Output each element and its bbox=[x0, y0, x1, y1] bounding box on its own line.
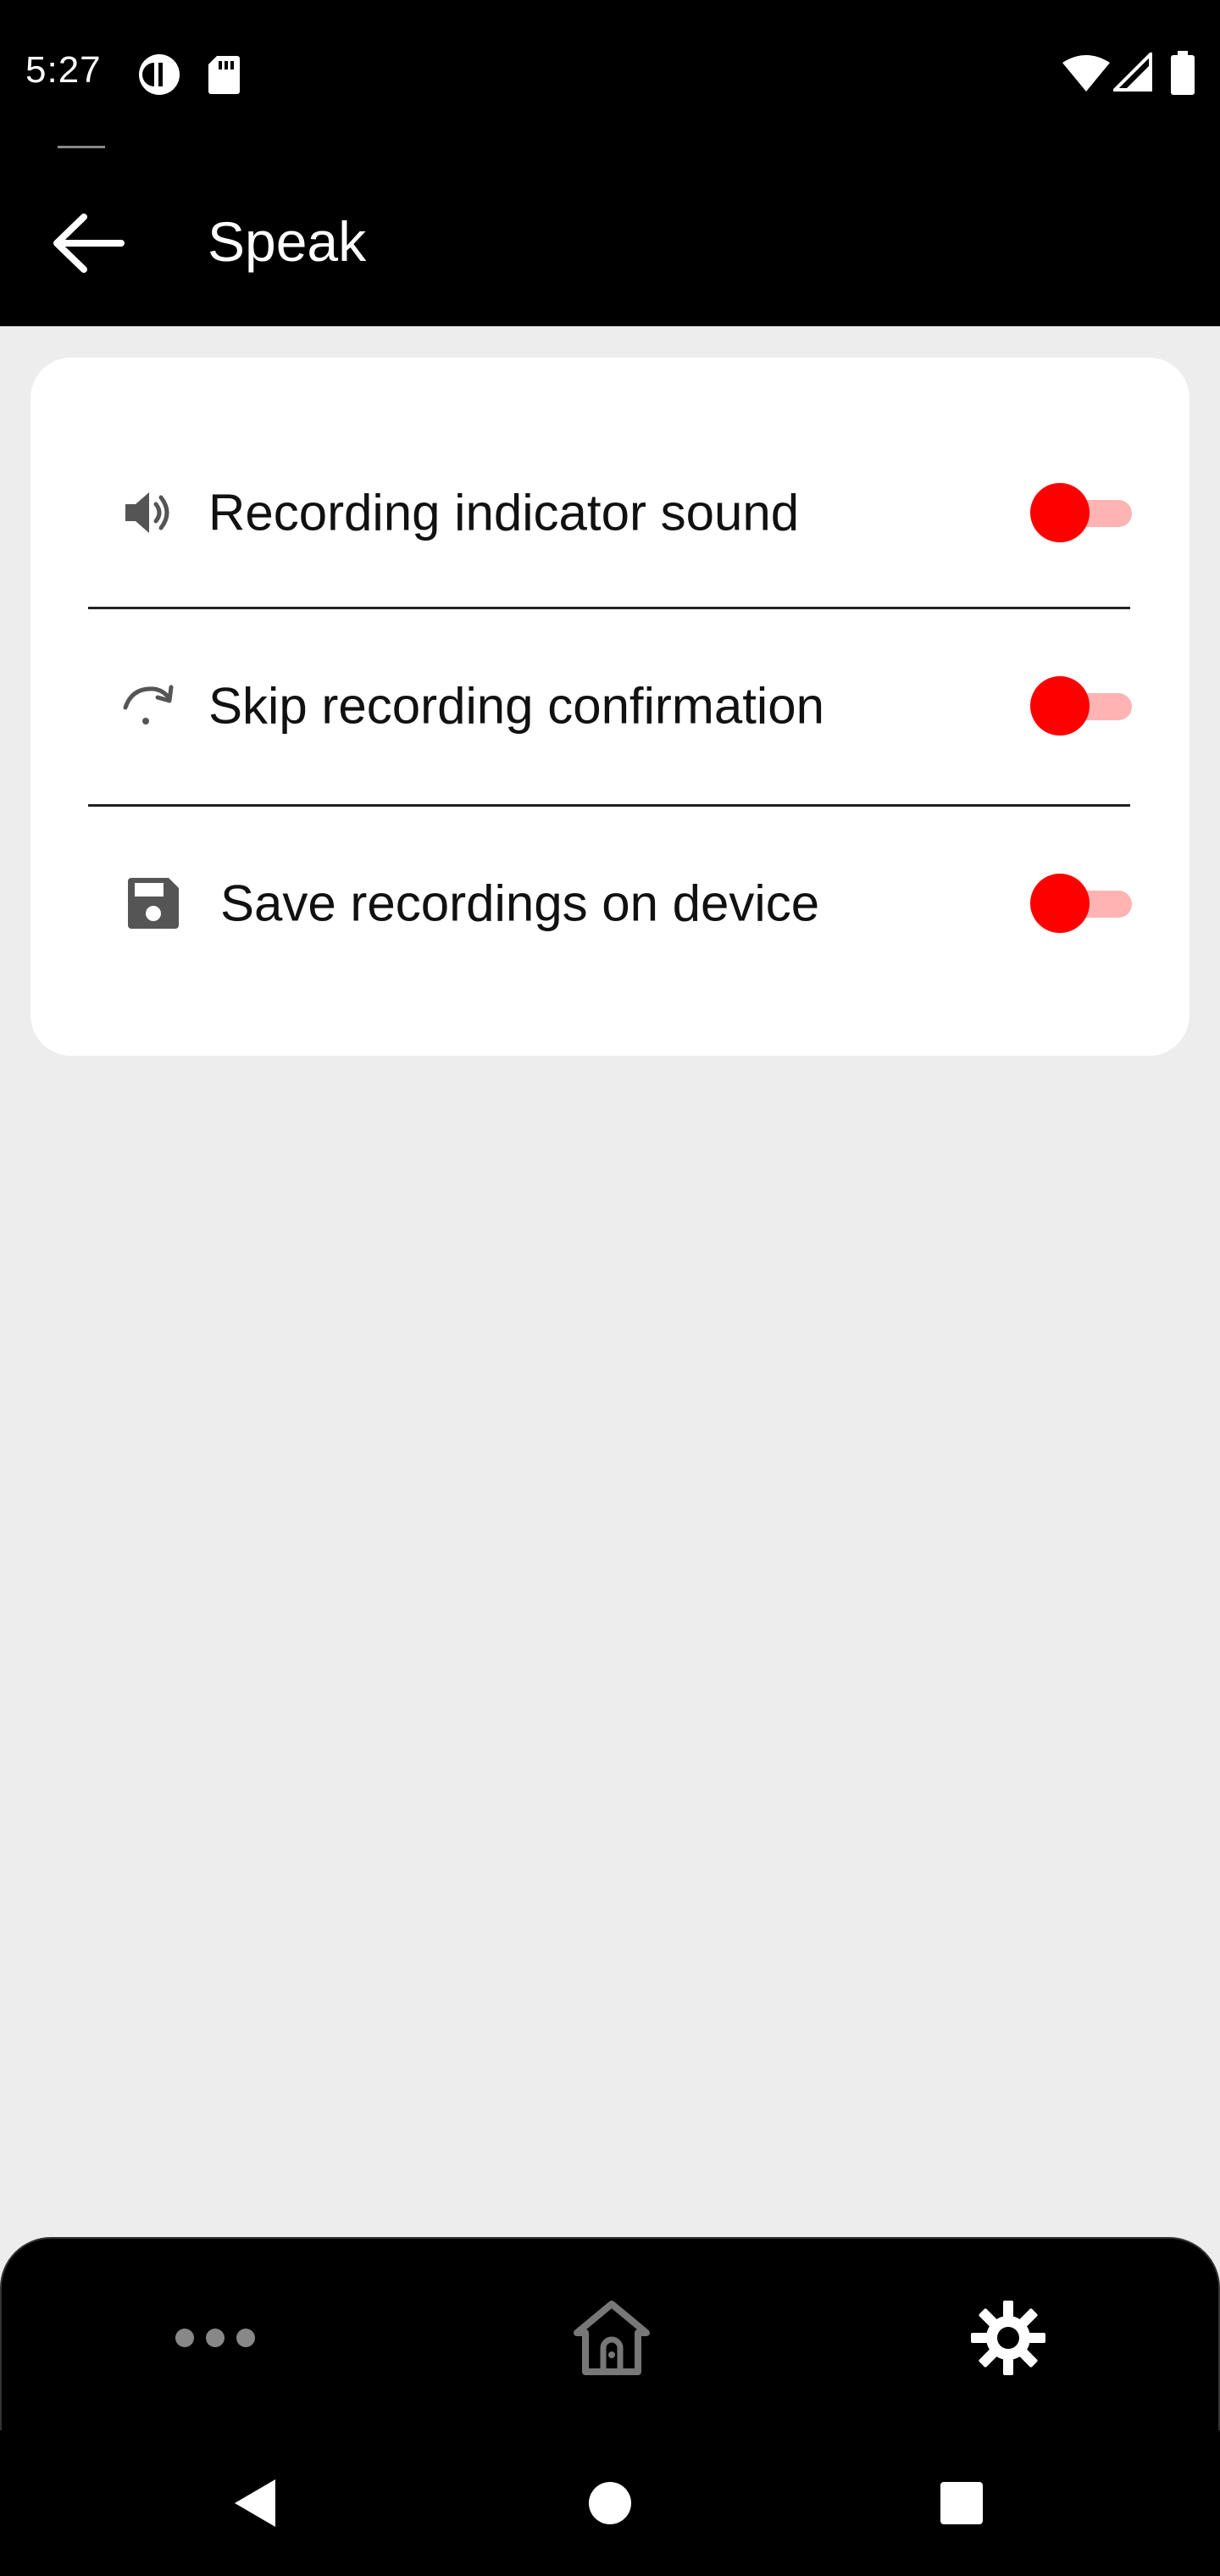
system-back-button[interactable] bbox=[212, 2461, 297, 2545]
status-bar: 5:27 bbox=[0, 0, 1220, 146]
nav-settings-button[interactable] bbox=[949, 2291, 1068, 2384]
sd-card-icon bbox=[208, 56, 240, 94]
save-icon bbox=[124, 874, 183, 933]
settings-card: Recording indicator sound Skip recording… bbox=[30, 358, 1190, 1056]
skip-recording-confirmation-toggle[interactable] bbox=[1030, 676, 1132, 736]
save-recordings-on-device-toggle[interactable] bbox=[1030, 874, 1132, 933]
setting-label: Skip recording confirmation bbox=[208, 677, 825, 735]
battery-icon bbox=[1171, 51, 1195, 95]
back-button[interactable] bbox=[37, 201, 139, 286]
bottom-nav bbox=[0, 2237, 1220, 2430]
setting-label: Recording indicator sound bbox=[208, 484, 800, 541]
toggle-thumb bbox=[1030, 676, 1090, 736]
home-circle-icon bbox=[589, 2482, 631, 2524]
toggle-thumb bbox=[1030, 874, 1090, 933]
system-recents-button[interactable] bbox=[919, 2461, 1004, 2545]
divider bbox=[88, 607, 1130, 609]
system-home-button[interactable] bbox=[568, 2461, 652, 2545]
back-triangle-icon bbox=[235, 2479, 275, 2527]
data-saver-icon bbox=[139, 54, 180, 95]
cell-signal-icon bbox=[1113, 53, 1152, 92]
recents-square-icon bbox=[940, 2482, 983, 2524]
recording-indicator-sound-toggle[interactable] bbox=[1030, 483, 1132, 542]
toggle-thumb bbox=[1030, 483, 1090, 542]
home-icon bbox=[574, 2301, 650, 2375]
app-bar: Speak bbox=[0, 146, 1220, 326]
gear-icon bbox=[971, 2301, 1045, 2375]
speaker-icon bbox=[119, 483, 178, 542]
status-time: 5:27 bbox=[25, 49, 102, 91]
page-title: Speak bbox=[208, 210, 367, 273]
setting-row-recording-indicator-sound[interactable]: Recording indicator sound bbox=[90, 445, 1132, 580]
setting-label: Save recordings on device bbox=[220, 874, 820, 932]
divider bbox=[88, 804, 1130, 807]
nav-home-button[interactable] bbox=[552, 2291, 671, 2384]
setting-row-save-recordings-on-device[interactable]: Save recordings on device bbox=[90, 836, 1132, 971]
system-nav-bar bbox=[0, 2430, 1220, 2576]
setting-row-skip-recording-confirmation[interactable]: Skip recording confirmation bbox=[90, 638, 1132, 774]
skip-arrow-icon bbox=[119, 676, 178, 736]
arrow-left-icon bbox=[53, 214, 125, 273]
nav-more-button[interactable] bbox=[156, 2291, 274, 2384]
app-bar-tick bbox=[58, 146, 105, 148]
more-dots-icon bbox=[175, 2329, 255, 2347]
wifi-icon bbox=[1062, 55, 1110, 92]
